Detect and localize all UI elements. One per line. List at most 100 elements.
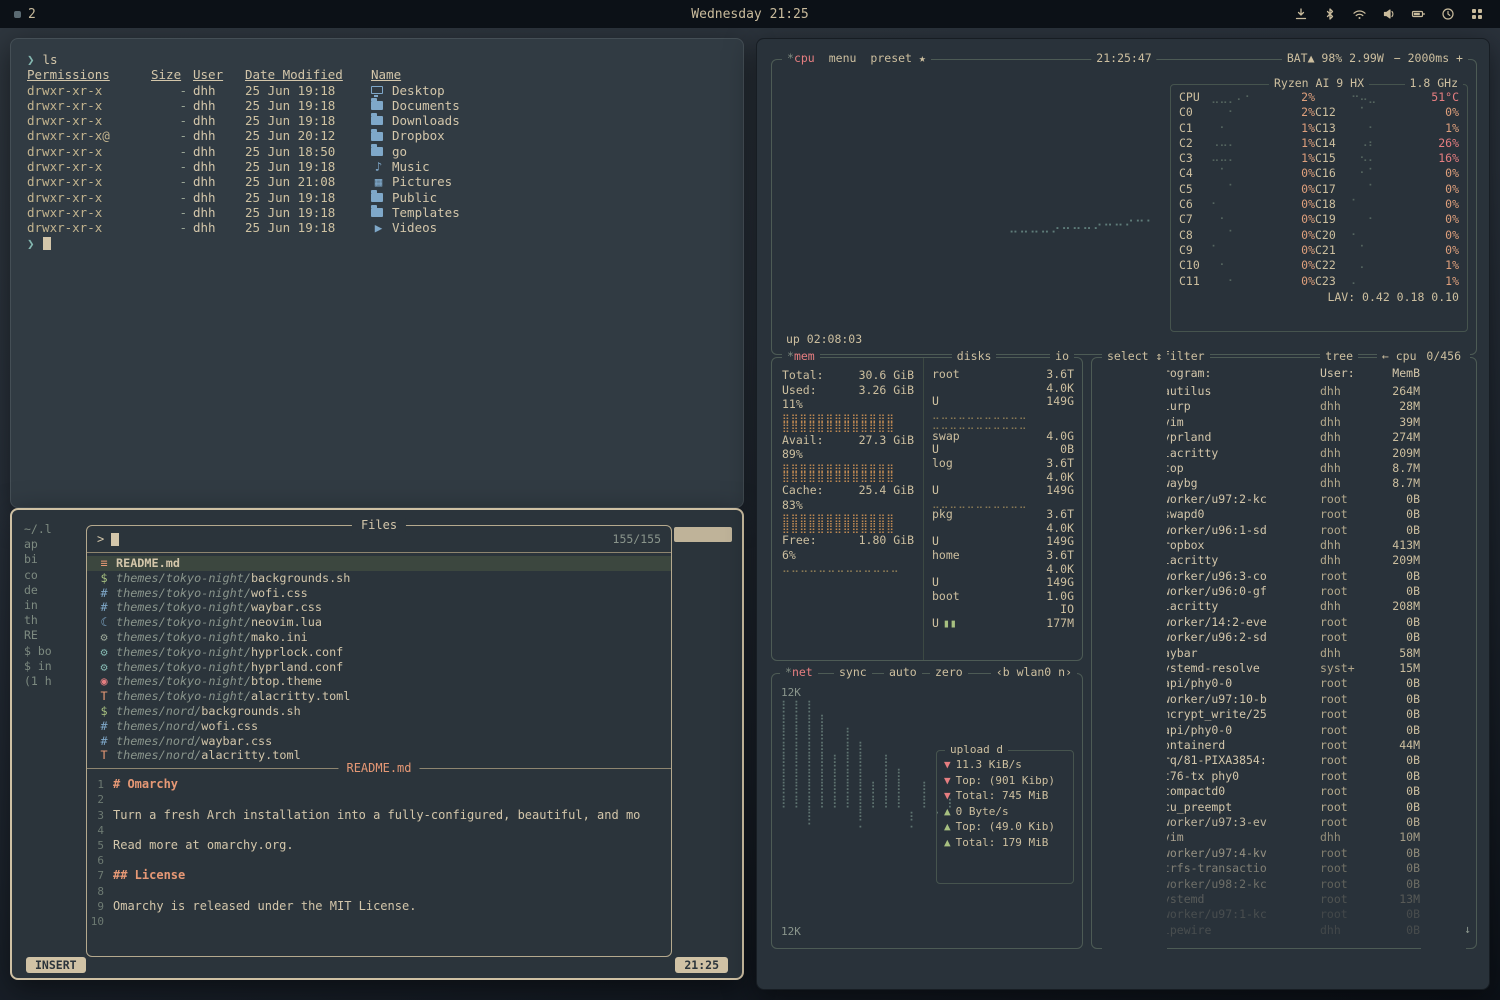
net-sync-toggle[interactable]: sync bbox=[834, 665, 872, 679]
net-interface[interactable]: ‹b wlan0 n› bbox=[991, 665, 1077, 679]
ls-name[interactable]: Templates bbox=[371, 205, 727, 220]
file-tree-item[interactable]: RE bbox=[24, 628, 86, 643]
file-tree-item[interactable]: $ bo bbox=[24, 644, 86, 659]
download-tray-icon[interactable] bbox=[1294, 7, 1308, 21]
core-graph: ⠀⠠⠆ bbox=[1351, 136, 1419, 151]
scrollbar-thumb[interactable] bbox=[674, 527, 732, 542]
cpu-core-row: C8⠀⠀⠁0%C20⠂⠀⠀0% bbox=[1179, 228, 1459, 243]
file-picker[interactable]: Files > 155/155 ≡README.md$themes/tokyo-… bbox=[86, 525, 672, 957]
core-percent: 0% bbox=[1279, 243, 1315, 258]
picker-item[interactable]: Tthemes/tokyo-night/alacritty.toml bbox=[87, 689, 671, 704]
ls-date: 25 Jun 19:18 bbox=[245, 159, 365, 174]
ls-name[interactable]: Downloads bbox=[371, 113, 727, 128]
file-tree-item[interactable]: ap bbox=[24, 537, 86, 552]
file-tree-sidebar[interactable]: ~/.lapbicodeinthRE$ bo$ in(1 h bbox=[24, 522, 86, 689]
file-tree-item[interactable]: co bbox=[24, 568, 86, 583]
process-user: dhh bbox=[1320, 415, 1364, 430]
disk-used-row: U▮▮177M bbox=[932, 617, 1074, 631]
filetype-icon: ☾ bbox=[96, 615, 112, 630]
ls-name[interactable]: ▶Videos bbox=[371, 220, 727, 235]
battery-icon[interactable] bbox=[1411, 7, 1426, 21]
disk-io-row: 4.0K bbox=[932, 382, 1074, 396]
ls-name[interactable]: Desktop bbox=[371, 83, 727, 98]
core-graph: ⠂⠀⠀ bbox=[1351, 228, 1419, 243]
file-tree-item[interactable]: in bbox=[24, 598, 86, 613]
ls-size: - bbox=[151, 128, 187, 143]
core-percent: 0% bbox=[1419, 105, 1459, 120]
picker-item-dir: themes/nord/ bbox=[116, 734, 201, 749]
file-tree-item[interactable]: bi bbox=[24, 552, 86, 567]
neovim-window[interactable]: ~/.lapbicodeinthRE$ bo$ in(1 h Files > 1… bbox=[10, 508, 744, 980]
file-tree-item[interactable]: de bbox=[24, 583, 86, 598]
picker-item[interactable]: ⚙themes/tokyo-night/hyprland.conf bbox=[87, 660, 671, 675]
picker-item[interactable]: ◉themes/tokyo-night/btop.theme bbox=[87, 674, 671, 689]
core-graph: ⠀⠁⠀ bbox=[1351, 243, 1419, 258]
terminal-window[interactable]: ❯ls PermissionsSizeUserDate ModifiedName… bbox=[10, 38, 744, 508]
download-stat: ▼11.3 KiB/s bbox=[944, 757, 1066, 773]
proc-select-hint[interactable]: select ↕ bbox=[1102, 349, 1167, 957]
proc-column-header[interactable]: MemB bbox=[1372, 366, 1420, 380]
picker-item-name: backgrounds.sh bbox=[201, 704, 300, 719]
file-tree-item[interactable]: th bbox=[24, 613, 86, 628]
ls-name[interactable]: go bbox=[371, 144, 727, 159]
picker-item-dir: themes/tokyo-night/ bbox=[116, 571, 251, 586]
picker-item[interactable]: $themes/tokyo-night/backgrounds.sh bbox=[87, 571, 671, 586]
ls-name[interactable]: ♪Music bbox=[371, 159, 727, 174]
core-name: C13 bbox=[1315, 121, 1351, 136]
disk-entry: root3.6T bbox=[932, 368, 1074, 382]
disk-used-meter: ▮▮ bbox=[943, 616, 957, 630]
apps-grid-icon[interactable] bbox=[1470, 7, 1484, 21]
ls-name[interactable]: ▦Pictures bbox=[371, 174, 727, 189]
ls-date: 25 Jun 19:18 bbox=[245, 83, 365, 98]
file-tree-item[interactable]: $ in bbox=[24, 659, 86, 674]
preview-line: 9Omarchy is released under the MIT Licen… bbox=[87, 899, 671, 914]
ls-name[interactable]: Documents bbox=[371, 98, 727, 113]
picker-item[interactable]: $themes/nord/backgrounds.sh bbox=[87, 704, 671, 719]
cpu-history-graph: ⣀⣀⣀⣀⡠⠤⠤⠤⠔⠒⠒⠊⠉⠁ bbox=[782, 100, 1160, 320]
file-tree-item[interactable]: (1 h bbox=[24, 674, 86, 689]
workspace-indicator[interactable]: 2 bbox=[0, 7, 36, 22]
net-zero-toggle[interactable]: zero bbox=[930, 665, 968, 679]
terminal-next-prompt[interactable]: ❯ bbox=[27, 236, 727, 251]
picker-item[interactable]: ⚙themes/tokyo-night/mako.ini bbox=[87, 630, 671, 645]
mem-stat-label: Used: bbox=[782, 383, 817, 398]
proc-tree-toggle[interactable]: tree bbox=[1320, 349, 1358, 363]
btop-window[interactable]: *cpu menu preset ★ 21:25:47 BAT▲ 98% 2.9… bbox=[756, 38, 1490, 990]
picker-item-dir: themes/nord/ bbox=[116, 719, 201, 734]
update-interval-control[interactable]: − 2000ms + bbox=[1394, 51, 1463, 65]
process-name: containerd bbox=[1156, 738, 1312, 753]
picker-item[interactable]: #themes/nord/waybar.css bbox=[87, 734, 671, 749]
picker-item[interactable]: #themes/nord/wofi.css bbox=[87, 719, 671, 734]
wifi-icon[interactable] bbox=[1352, 7, 1367, 21]
file-tree-item[interactable]: ~/.l bbox=[24, 522, 86, 537]
net-box-title[interactable]: *net bbox=[780, 665, 818, 679]
proc-column-header[interactable]: Program: bbox=[1156, 366, 1312, 380]
picker-item[interactable]: ≡README.md bbox=[87, 556, 671, 571]
picker-item[interactable]: #themes/tokyo-night/waybar.css bbox=[87, 600, 671, 615]
picker-item[interactable]: ☾themes/tokyo-night/neovim.lua bbox=[87, 615, 671, 630]
filetype-icon: ⚙ bbox=[96, 645, 112, 660]
preset-button[interactable]: preset ★ bbox=[870, 51, 925, 65]
menu-button[interactable]: menu bbox=[829, 51, 857, 65]
preview-line: 1# Omarchy bbox=[87, 777, 671, 792]
ls-name[interactable]: Public bbox=[371, 190, 727, 205]
picker-item[interactable]: #themes/tokyo-night/wofi.css bbox=[87, 586, 671, 601]
proc-column-header[interactable]: User: bbox=[1320, 366, 1364, 380]
ls-name[interactable]: Dropbox bbox=[371, 128, 727, 143]
clock-icon[interactable] bbox=[1441, 7, 1455, 21]
disk-size: 3.6T bbox=[1046, 508, 1074, 522]
process-memory: 0B bbox=[1372, 707, 1420, 722]
core-percent: 1% bbox=[1279, 151, 1315, 166]
cpu-box-title[interactable]: *cpu bbox=[787, 51, 815, 65]
core-name: C0 bbox=[1179, 105, 1211, 120]
process-memory: 0B bbox=[1372, 723, 1420, 738]
volume-icon[interactable] bbox=[1382, 7, 1396, 21]
net-auto-toggle[interactable]: auto bbox=[884, 665, 922, 679]
upload-arrow-icon: ▲ bbox=[944, 820, 951, 833]
disk-entry: pkg3.6T bbox=[932, 508, 1074, 522]
bluetooth-icon[interactable] bbox=[1323, 7, 1337, 21]
process-memory: 0B bbox=[1372, 753, 1420, 768]
picker-item[interactable]: ⚙themes/tokyo-night/hyprlock.conf bbox=[87, 645, 671, 660]
net-speed-panel: upload d ▼11.3 KiB/s▼Top: (901 Kibp)▼Tot… bbox=[936, 750, 1074, 884]
pictures-icon: ▦ bbox=[371, 174, 386, 189]
